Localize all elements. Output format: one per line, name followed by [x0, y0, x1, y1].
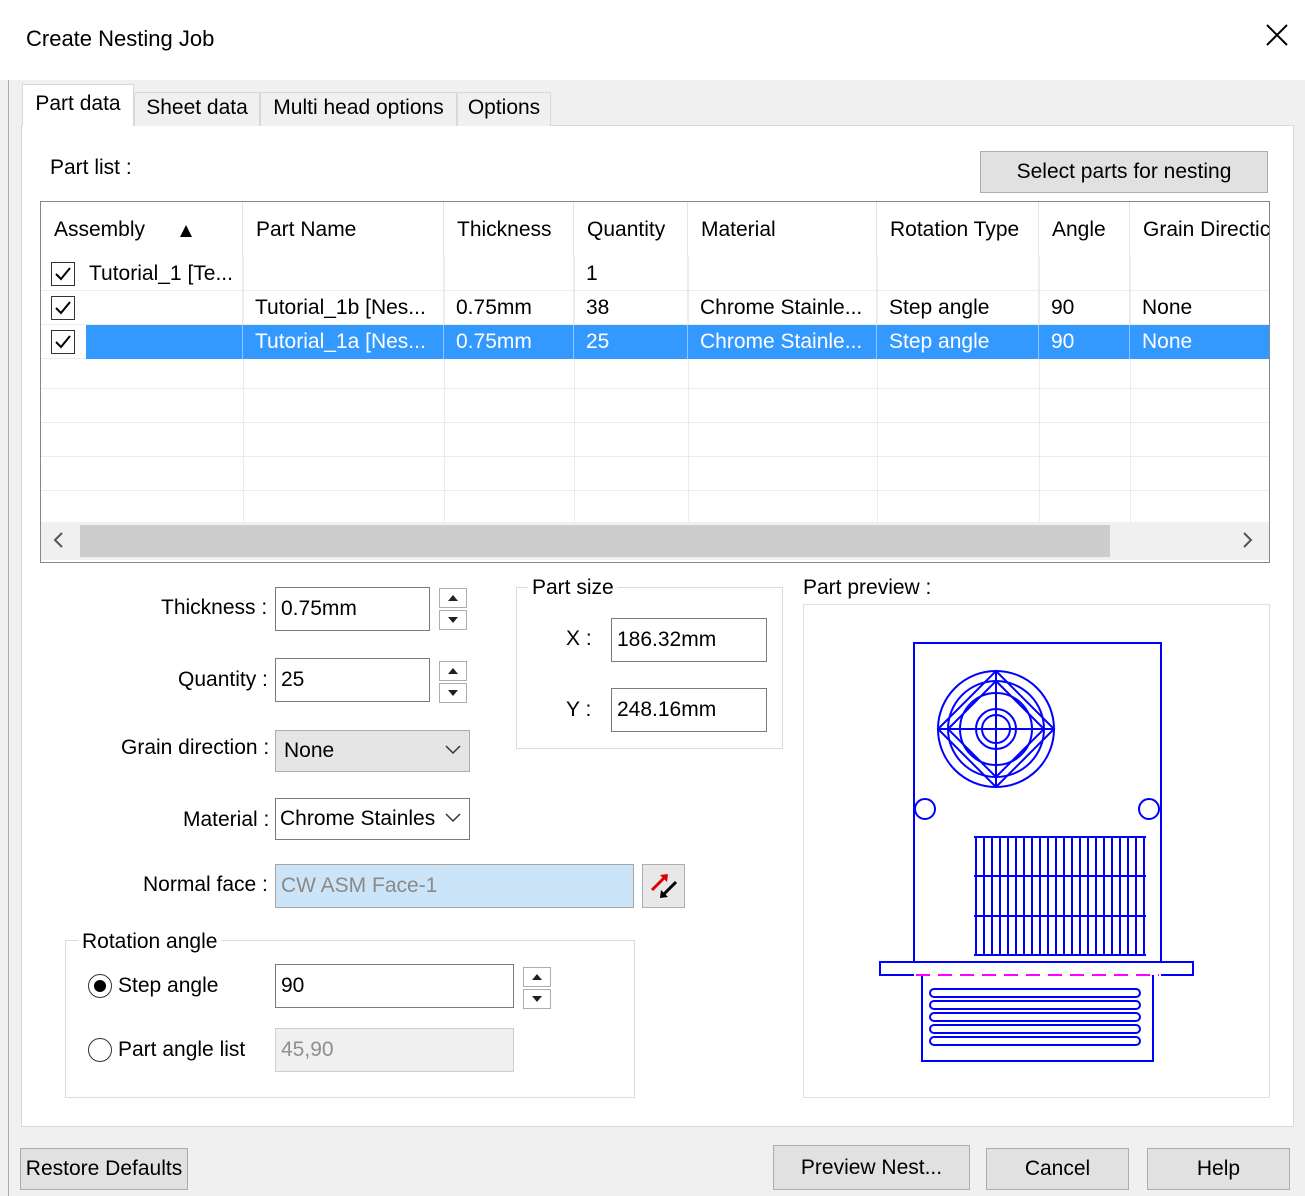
part-size-x-input[interactable] [611, 618, 767, 662]
help-button[interactable]: Help [1147, 1148, 1290, 1190]
tab-part-data[interactable]: Part data [22, 84, 134, 126]
spin-up-icon[interactable] [523, 967, 551, 987]
cell-quantity: 25 [574, 325, 688, 359]
column-header-assembly[interactable]: Assembly [41, 202, 243, 257]
column-header-grain-direction[interactable]: Grain Directic [1130, 202, 1269, 257]
spin-down-icon[interactable] [523, 989, 551, 1009]
cell-assembly [86, 325, 243, 359]
column-header-quantity[interactable]: Quantity [574, 202, 688, 257]
cell-angle [1039, 257, 1130, 291]
cell-thickness: 0.75mm [444, 325, 574, 359]
cell-part-name: Tutorial_1b [Nes... [243, 291, 444, 325]
table-row[interactable]: Tutorial_1b [Nes... 0.75mm 38 Chrome Sta… [41, 291, 1269, 325]
part-size-title: Part size [528, 576, 618, 600]
scroll-right-icon[interactable] [1240, 530, 1254, 556]
preview-nest-button[interactable]: Preview Nest... [773, 1145, 970, 1190]
cell-angle: 90 [1039, 291, 1130, 325]
grain-direction-label: Grain direction : [121, 736, 270, 759]
step-angle-input[interactable] [275, 964, 514, 1008]
scroll-left-icon[interactable] [52, 530, 66, 556]
spin-up-icon[interactable] [439, 588, 467, 608]
part-size-y-input[interactable] [611, 688, 767, 732]
cell-thickness: 0.75mm [444, 291, 574, 325]
close-icon[interactable] [1262, 20, 1292, 50]
select-parts-button[interactable]: Select parts for nesting [980, 151, 1268, 193]
column-header-part-name[interactable]: Part Name [243, 202, 444, 257]
column-header-rotation-type[interactable]: Rotation Type [877, 202, 1039, 257]
flip-normal-button[interactable] [642, 864, 685, 908]
thickness-stepper[interactable] [439, 587, 467, 631]
rotation-angle-title: Rotation angle [78, 930, 222, 954]
restore-defaults-button[interactable]: Restore Defaults [20, 1148, 188, 1190]
cell-rotation-type [877, 257, 1039, 291]
window-title: Create Nesting Job [26, 26, 215, 51]
row-checkbox[interactable] [51, 330, 75, 354]
part-list-grid: Assembly Part Name Thickness Quantity Ma… [40, 201, 1270, 563]
chevron-down-icon [445, 813, 461, 823]
column-header-angle[interactable]: Angle [1039, 202, 1130, 257]
cell-grain [1130, 257, 1269, 291]
normal-face-label: Normal face : [143, 873, 268, 896]
window-border [8, 80, 9, 1196]
cell-grain: None [1142, 296, 1193, 319]
cell-quantity: 1 [574, 257, 688, 291]
cell-part-name: Tutorial_1a [Nes... [243, 325, 444, 359]
table-row[interactable]: Tutorial_1 [Te... 1 [41, 257, 1269, 291]
column-header-thickness[interactable]: Thickness [444, 202, 574, 257]
part-list-label: Part list : [50, 156, 132, 179]
grain-direction-select[interactable]: None [275, 730, 470, 772]
cell-quantity: 38 [574, 291, 688, 325]
cell-rotation-type: Step angle [877, 325, 1039, 359]
tab-options[interactable]: Options [457, 92, 551, 126]
spin-up-icon[interactable] [439, 661, 467, 681]
cell-angle: 90 [1039, 325, 1130, 359]
part-preview-drawing [879, 642, 1194, 1062]
cell-material: Chrome Stainle... [688, 291, 877, 325]
cell-material [688, 257, 877, 291]
flip-direction-icon [650, 874, 678, 898]
thickness-input[interactable] [275, 587, 430, 631]
cell-part-name [243, 257, 444, 291]
scrollbar-thumb[interactable] [80, 525, 1110, 557]
cell-grain: None [1130, 325, 1269, 359]
material-label: Material : [183, 808, 270, 831]
normal-face-input[interactable] [275, 864, 634, 908]
spin-down-icon[interactable] [439, 683, 467, 703]
quantity-input[interactable] [275, 658, 430, 702]
part-size-y-label: Y : [566, 698, 592, 721]
quantity-stepper[interactable] [439, 660, 467, 704]
cancel-button[interactable]: Cancel [986, 1148, 1129, 1190]
tab-multi-head-options[interactable]: Multi head options [260, 92, 457, 126]
part-size-x-label: X : [566, 627, 592, 650]
quantity-label: Quantity : [178, 668, 268, 691]
column-header-material[interactable]: Material [688, 202, 877, 257]
thickness-label: Thickness : [161, 596, 268, 619]
step-angle-label: Step angle [118, 974, 219, 997]
row-checkbox[interactable] [51, 262, 75, 286]
cell-material: Chrome Stainle... [688, 325, 877, 359]
material-select[interactable]: Chrome Stainles [275, 798, 470, 840]
cell-rotation-type: Step angle [877, 291, 1039, 325]
part-preview-label: Part preview : [803, 576, 932, 599]
part-angle-list-label: Part angle list [118, 1038, 246, 1061]
tab-sheet-data[interactable]: Sheet data [134, 92, 260, 126]
sort-ascending-icon [180, 225, 192, 237]
table-row-selected[interactable]: Tutorial_1a [Nes... 0.75mm 25 Chrome Sta… [41, 325, 1269, 359]
cell-thickness [444, 257, 574, 291]
step-angle-radio[interactable] [88, 974, 112, 998]
spin-down-icon[interactable] [439, 610, 467, 630]
part-preview-panel [803, 604, 1270, 1098]
step-angle-stepper[interactable] [523, 966, 551, 1010]
row-checkbox[interactable] [51, 296, 75, 320]
part-angle-list-input[interactable] [275, 1028, 514, 1072]
chevron-down-icon [445, 745, 461, 755]
part-angle-list-radio[interactable] [88, 1038, 112, 1062]
